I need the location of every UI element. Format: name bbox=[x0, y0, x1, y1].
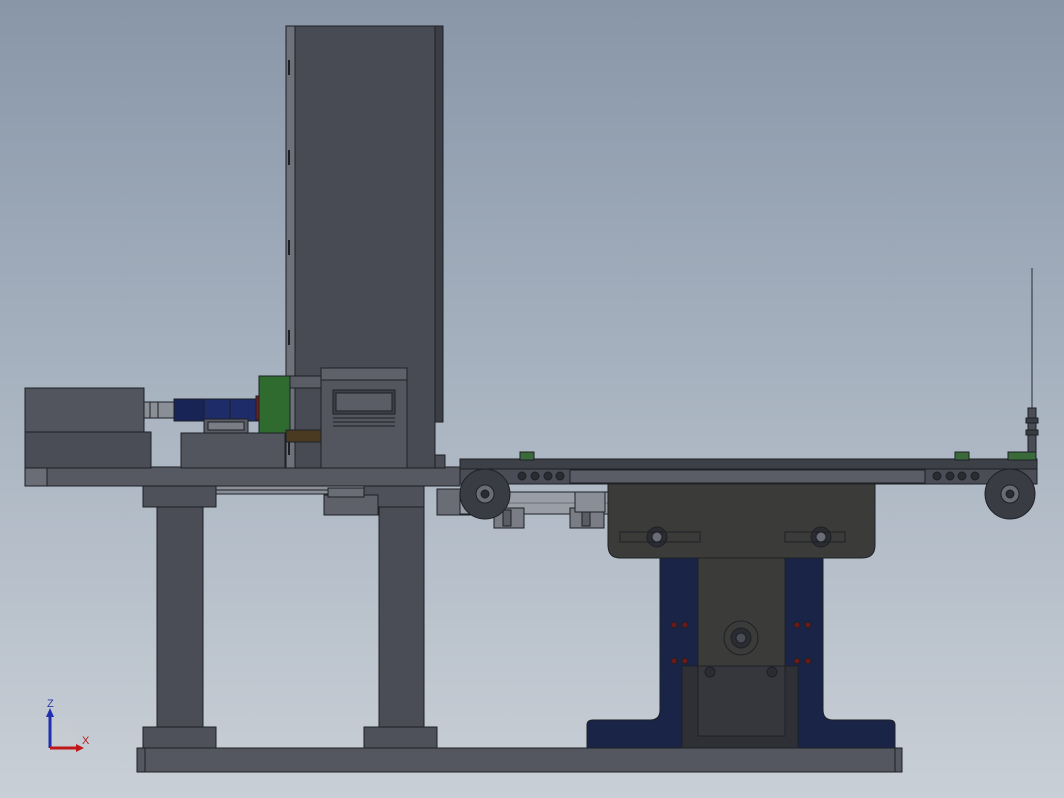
coupling-support bbox=[180, 432, 286, 469]
cad-viewport[interactable]: Z X bbox=[0, 0, 1064, 798]
motor-base bbox=[24, 431, 152, 469]
main-top-plate bbox=[24, 466, 461, 487]
left-leg-1 bbox=[156, 506, 204, 728]
brown-part bbox=[285, 429, 323, 443]
conveyor-belt bbox=[459, 458, 1038, 470]
left-leg-2-foot bbox=[363, 726, 438, 749]
conveyor-support-plate bbox=[607, 483, 876, 559]
navy-pedestal-left bbox=[586, 557, 699, 749]
motor-body bbox=[24, 387, 145, 437]
left-leg-2 bbox=[378, 506, 425, 728]
navy-pedestal-right bbox=[784, 557, 896, 749]
left-leg-1-head bbox=[142, 484, 217, 508]
vertical-column-rear bbox=[434, 25, 444, 423]
motor-shaft bbox=[143, 401, 175, 419]
left-leg-1-foot bbox=[142, 726, 217, 749]
x-axis-label: X bbox=[82, 735, 90, 747]
base-plate bbox=[136, 747, 903, 773]
axis-triad bbox=[46, 708, 84, 752]
z-axis-label: Z bbox=[47, 698, 54, 710]
green-plate bbox=[258, 375, 291, 441]
machine-side-view bbox=[24, 25, 1039, 773]
rail-slider bbox=[323, 494, 379, 516]
